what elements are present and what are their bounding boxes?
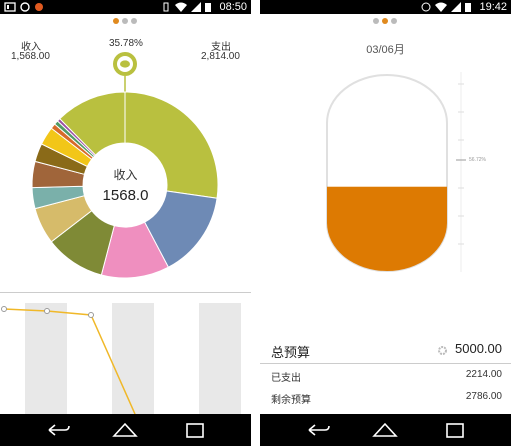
trend-band (112, 303, 154, 414)
piggy-bank-marker[interactable] (110, 50, 140, 94)
home-icon[interactable] (360, 414, 410, 446)
gear-icon[interactable] (438, 346, 447, 355)
notification-icon (4, 2, 16, 12)
sync-icon (35, 3, 43, 11)
gauge-percent-label: 56.72% (469, 157, 486, 163)
trend-band (25, 303, 67, 414)
wifi-icon (435, 2, 447, 12)
category-donut-chart[interactable] (30, 90, 220, 280)
spent-label: 已支出 (271, 373, 301, 384)
gauge-scale (456, 72, 466, 272)
page-dot (373, 18, 379, 24)
total-budget-title: 总预算 (271, 345, 311, 360)
page-dot (122, 18, 128, 24)
back-icon[interactable] (33, 414, 83, 446)
page-indicator (373, 18, 397, 24)
budget-divider (260, 363, 511, 364)
remaining-label: 剩余预算 (271, 395, 311, 406)
app-icon (20, 2, 30, 12)
vibrate-icon (163, 2, 169, 12)
back-icon[interactable] (293, 414, 343, 446)
status-bar: 19:42 (260, 0, 511, 14)
expense-amount: 2,814.00 (201, 51, 240, 62)
nav-bar (260, 414, 511, 446)
trend-line-chart[interactable] (0, 293, 251, 414)
page-dot (391, 18, 397, 24)
page-indicator (113, 18, 137, 24)
battery-icon (205, 3, 211, 12)
ratio-percent: 35.78% (109, 38, 143, 49)
donut-center-value: 1568.0 (102, 187, 149, 204)
trend-point[interactable] (88, 312, 94, 318)
budget-gauge (326, 74, 448, 272)
date-label: 03/06月 (366, 44, 405, 56)
spent-value: 2214.00 (465, 369, 502, 380)
clock: 19:42 (479, 1, 507, 13)
wifi-icon (175, 2, 187, 12)
signal-icon (191, 2, 201, 12)
home-icon[interactable] (100, 414, 150, 446)
system-icons (161, 2, 211, 12)
donut-center-label: 收入 (113, 168, 138, 182)
recent-apps-icon[interactable] (430, 414, 480, 446)
page-dot (113, 18, 119, 24)
alarm-icon (421, 2, 431, 12)
notification-icons (4, 2, 44, 12)
right-phone-screen: 19:42 03/06月 56.72% 总预算 5000.00 已支出 2214… (260, 0, 511, 446)
donut-hole (83, 143, 167, 227)
page-dot (131, 18, 137, 24)
battery-icon (465, 3, 471, 12)
page-dot (382, 18, 388, 24)
total-budget-value: 5000.00 (455, 341, 502, 356)
trend-band (199, 303, 241, 414)
trend-point[interactable] (44, 308, 50, 314)
recent-apps-icon[interactable] (170, 414, 220, 446)
nav-bar (0, 414, 251, 446)
signal-icon (451, 2, 461, 12)
clock: 08:50 (219, 1, 247, 13)
status-bar: 08:50 (0, 0, 251, 14)
system-icons (421, 2, 471, 12)
left-phone-screen: 08:50 收入 1,568.00 35.78% 支出 2,814.00 收入 … (0, 0, 251, 446)
trend-point[interactable] (1, 306, 7, 312)
remaining-value: 2786.00 (465, 391, 502, 402)
income-amount: 1,568.00 (11, 51, 50, 62)
piggy-bank-icon (120, 60, 130, 68)
total-budget-row[interactable]: 总预算 5000.00 (260, 338, 511, 362)
